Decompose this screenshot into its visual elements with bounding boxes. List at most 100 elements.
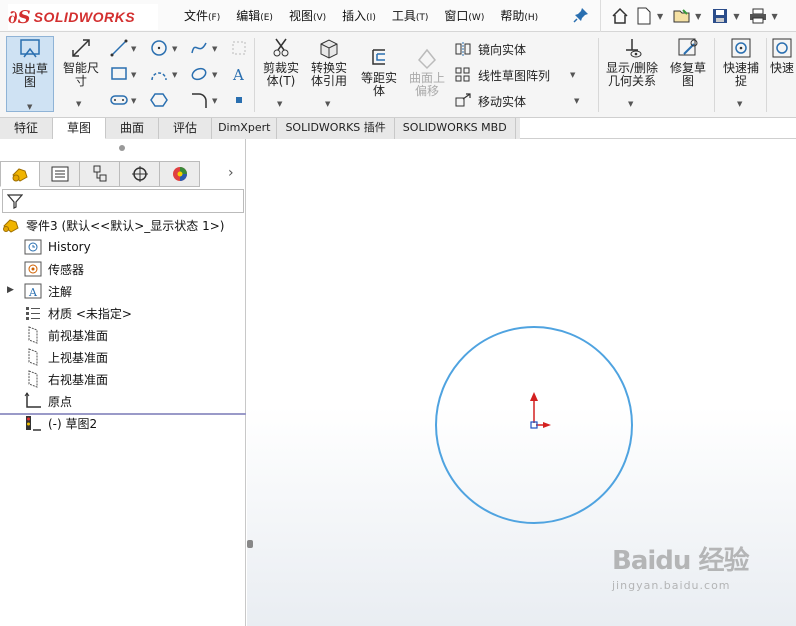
menu-file[interactable]: 文件(F)	[176, 0, 228, 32]
sketch-icon	[26, 416, 41, 431]
tab-property-manager[interactable]	[40, 161, 80, 187]
open-dropdown-icon[interactable]: ▼	[695, 12, 701, 21]
chevron-right-icon[interactable]: ›	[228, 165, 234, 181]
relations-dropdown-icon[interactable]: ▼	[628, 98, 633, 111]
new-document-icon[interactable]	[633, 5, 655, 27]
save-icon[interactable]	[709, 5, 731, 27]
offset-entities-icon	[372, 49, 385, 65]
command-manager-tabs: 特征 草图 曲面 评估 DimXpert SOLIDWORKS 插件 SOLID…	[0, 118, 520, 139]
convert-dropdown-icon[interactable]: ▼	[325, 98, 330, 111]
tree-item-label: 传感器	[48, 262, 85, 277]
linear-pattern-dropdown-icon[interactable]: ▼	[570, 71, 575, 79]
tree-item-sketch2[interactable]: (-) 草图2	[24, 413, 97, 433]
move-dropdown-icon[interactable]: ▼	[574, 97, 579, 105]
spline-dropdown-icon[interactable]: ▼	[212, 45, 217, 53]
tab-solidworks-addins[interactable]: SOLIDWORKS 插件	[277, 118, 395, 139]
quick-snaps-button[interactable]: 快速捕捉 ▼	[718, 36, 764, 108]
save-dropdown-icon[interactable]: ▼	[733, 12, 739, 21]
menu-insert[interactable]: 插入(I)	[334, 0, 384, 32]
menu-window[interactable]: 窗口(W)	[436, 0, 492, 32]
trim-dropdown-icon[interactable]: ▼	[277, 98, 282, 111]
rectangle-dropdown-icon[interactable]: ▼	[131, 71, 136, 79]
repair-sketch-button[interactable]: 修复草图	[666, 36, 710, 88]
tab-feature-manager[interactable]	[0, 161, 40, 187]
line-tool-icon[interactable]	[108, 38, 130, 58]
exit-sketch-dropdown-icon[interactable]: ▼	[27, 101, 32, 114]
tree-item-origin[interactable]: 原点	[24, 391, 72, 411]
menu-help[interactable]: 帮助(H)	[492, 0, 546, 32]
menu-view[interactable]: 视图(V)	[281, 0, 334, 32]
ds-logo-icon: ∂S	[8, 6, 31, 28]
text-tool-icon[interactable]: A	[228, 64, 250, 84]
move-entities-button[interactable]: 移动实体 ▼	[454, 92, 579, 110]
tree-item-sensors[interactable]: 传感器	[24, 259, 84, 279]
quick-view-button[interactable]: 快速	[770, 36, 796, 75]
tree-filter[interactable]	[2, 189, 244, 213]
slot-dropdown-icon[interactable]: ▼	[131, 97, 136, 105]
slot-tool-icon[interactable]	[108, 90, 130, 110]
offset-entities-button[interactable]: 等距实体	[356, 46, 402, 98]
tree-item-material[interactable]: 材质 <未指定>	[24, 303, 132, 323]
tab-solidworks-mbd[interactable]: SOLIDWORKS MBD	[394, 118, 516, 139]
print-dropdown-icon[interactable]: ▼	[771, 12, 777, 21]
plane-icon	[28, 348, 38, 366]
tree-item-top-plane[interactable]: 上视基准面	[24, 347, 108, 367]
tab-configuration-manager[interactable]	[80, 161, 120, 187]
watermark-sub: jingyan.baidu.com	[612, 579, 731, 592]
sketch-picture-icon[interactable]	[228, 38, 250, 58]
tree-item-part[interactable]: 零件3 (默认<<默认>_显示状态 1>)	[2, 215, 224, 235]
menu-file-accel: (F)	[208, 13, 221, 23]
crosshair-icon	[131, 166, 148, 182]
home-icon[interactable]	[609, 5, 631, 27]
circle-dropdown-icon[interactable]: ▼	[172, 45, 177, 53]
expand-arrow-icon[interactable]: ▶	[7, 285, 14, 295]
new-dropdown-icon[interactable]: ▼	[657, 12, 663, 21]
spline-tool-icon[interactable]	[188, 38, 210, 58]
tab-features[interactable]: 特征	[0, 118, 54, 139]
menu-edit[interactable]: 编辑(E)	[228, 0, 281, 32]
arc-tool-icon[interactable]	[148, 64, 170, 84]
offset-on-surface-button[interactable]: 曲面上偏移	[404, 46, 450, 98]
exit-sketch-button[interactable]: 退出草图 ▼	[6, 36, 54, 112]
menu-tools[interactable]: 工具(T)	[384, 0, 437, 32]
tab-sketch[interactable]: 草图	[53, 118, 107, 139]
origin-y-arrow-icon	[530, 392, 538, 401]
rectangle-tool-icon[interactable]	[108, 64, 130, 84]
rollback-bar[interactable]	[0, 413, 246, 415]
tree-item-annotations[interactable]: A 注解	[24, 281, 72, 301]
ellipse-tool-icon[interactable]	[188, 64, 210, 84]
solidworks-logo[interactable]: ∂S SOLIDWORKS	[8, 4, 158, 30]
linear-pattern-label: 线性草图阵列	[478, 68, 551, 83]
point-tool-icon[interactable]	[228, 90, 250, 110]
ellipse-dropdown-icon[interactable]: ▼	[212, 71, 217, 79]
fillet-tool-icon[interactable]	[188, 90, 210, 110]
convert-entities-button[interactable]: 转换实体引用 ▼	[306, 36, 352, 108]
material-icon	[26, 307, 40, 320]
tree-item-front-plane[interactable]: 前视基准面	[24, 325, 108, 345]
tree-item-history[interactable]: History	[24, 237, 91, 257]
open-folder-icon[interactable]	[671, 5, 693, 27]
tab-surfaces[interactable]: 曲面	[106, 118, 160, 139]
tab-dimxpert-manager[interactable]	[120, 161, 160, 187]
trim-entities-button[interactable]: 剪裁实体(T) ▼	[258, 36, 304, 108]
fillet-dropdown-icon[interactable]: ▼	[212, 97, 217, 105]
print-icon[interactable]	[747, 5, 769, 27]
pane-grip[interactable]	[119, 145, 125, 151]
pin-icon[interactable]	[573, 7, 589, 23]
tree-item-right-plane[interactable]: 右视基准面	[24, 369, 108, 389]
tab-dimxpert[interactable]: DimXpert	[212, 118, 278, 139]
smart-dimension-button[interactable]: 智能尺寸 ▼	[58, 36, 104, 108]
tab-display-manager[interactable]	[160, 161, 200, 187]
ribbon-separator	[254, 38, 255, 112]
line-dropdown-icon[interactable]: ▼	[131, 45, 136, 53]
sketch-circle[interactable]	[435, 326, 633, 524]
circle-tool-icon[interactable]	[148, 38, 170, 58]
polygon-tool-icon[interactable]	[148, 90, 170, 110]
display-relations-button[interactable]: 显示/删除几何关系 ▼	[602, 36, 662, 108]
tab-evaluate[interactable]: 评估	[159, 118, 213, 139]
mirror-entities-button[interactable]: 镜向实体	[454, 40, 526, 58]
quick-snaps-dropdown-icon[interactable]: ▼	[737, 98, 742, 111]
arc-dropdown-icon[interactable]: ▼	[172, 71, 177, 79]
smart-dimension-dropdown-icon[interactable]: ▼	[76, 98, 81, 111]
linear-pattern-button[interactable]: 线性草图阵列 ▼	[454, 66, 575, 84]
